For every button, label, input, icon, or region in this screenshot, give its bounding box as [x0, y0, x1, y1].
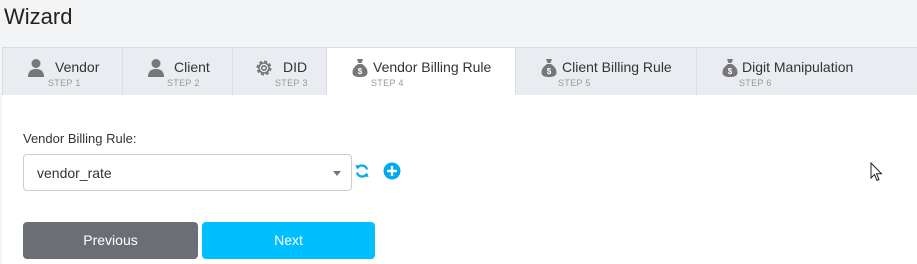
svg-text:$: $: [547, 67, 552, 76]
tab-label: DID: [283, 59, 308, 75]
tab-step: STEP 3: [275, 78, 308, 88]
chevron-down-icon: [333, 171, 341, 176]
user-icon: [148, 59, 164, 77]
tab-step: STEP 4: [371, 78, 404, 88]
tab-step: STEP 5: [558, 78, 591, 88]
plus-circle-icon[interactable]: [383, 162, 401, 180]
tab-vendor-billing-rule[interactable]: $ Vendor Billing Rule STEP 4: [327, 48, 516, 96]
tab-client-billing-rule[interactable]: $ Client Billing Rule STEP 5: [516, 48, 697, 95]
tab-digit-manipulation[interactable]: $ Digit Manipulation STEP 6: [697, 48, 917, 95]
tab-label: Vendor Billing Rule: [373, 59, 492, 75]
tab-step: STEP 1: [48, 78, 81, 88]
selected-value: vendor_rate: [37, 165, 112, 181]
tab-client[interactable]: Client STEP 2: [123, 48, 233, 95]
mouse-cursor-icon: [870, 162, 883, 182]
next-button[interactable]: Next: [202, 222, 375, 259]
vendor-billing-rule-label: Vendor Billing Rule:: [23, 131, 137, 146]
user-icon: [28, 59, 44, 77]
money-bag-icon: $: [722, 59, 738, 77]
previous-button[interactable]: Previous: [23, 222, 198, 259]
tab-step: STEP 2: [167, 78, 200, 88]
tab-label: Client Billing Rule: [562, 59, 672, 75]
wizard-steps: Vendor STEP 1 Client STEP 2 DID STEP 3 $…: [2, 47, 917, 96]
tab-did[interactable]: DID STEP 3: [233, 48, 327, 95]
money-bag-icon: $: [541, 59, 557, 77]
svg-text:$: $: [728, 67, 733, 76]
tab-vendor[interactable]: Vendor STEP 1: [3, 48, 123, 95]
tab-label: Client: [174, 59, 210, 75]
page-title: Wizard: [4, 4, 73, 29]
vendor-billing-rule-select[interactable]: vendor_rate: [23, 154, 352, 191]
money-bag-icon: $: [352, 59, 368, 77]
gear-icon: [256, 60, 272, 76]
tab-step: STEP 6: [739, 78, 772, 88]
tab-label: Vendor: [55, 59, 100, 75]
svg-text:$: $: [358, 67, 363, 76]
step-content: Vendor Billing Rule: vendor_rate Previou…: [2, 95, 917, 264]
tab-label: Digit Manipulation: [742, 59, 854, 75]
refresh-icon[interactable]: [354, 163, 370, 179]
